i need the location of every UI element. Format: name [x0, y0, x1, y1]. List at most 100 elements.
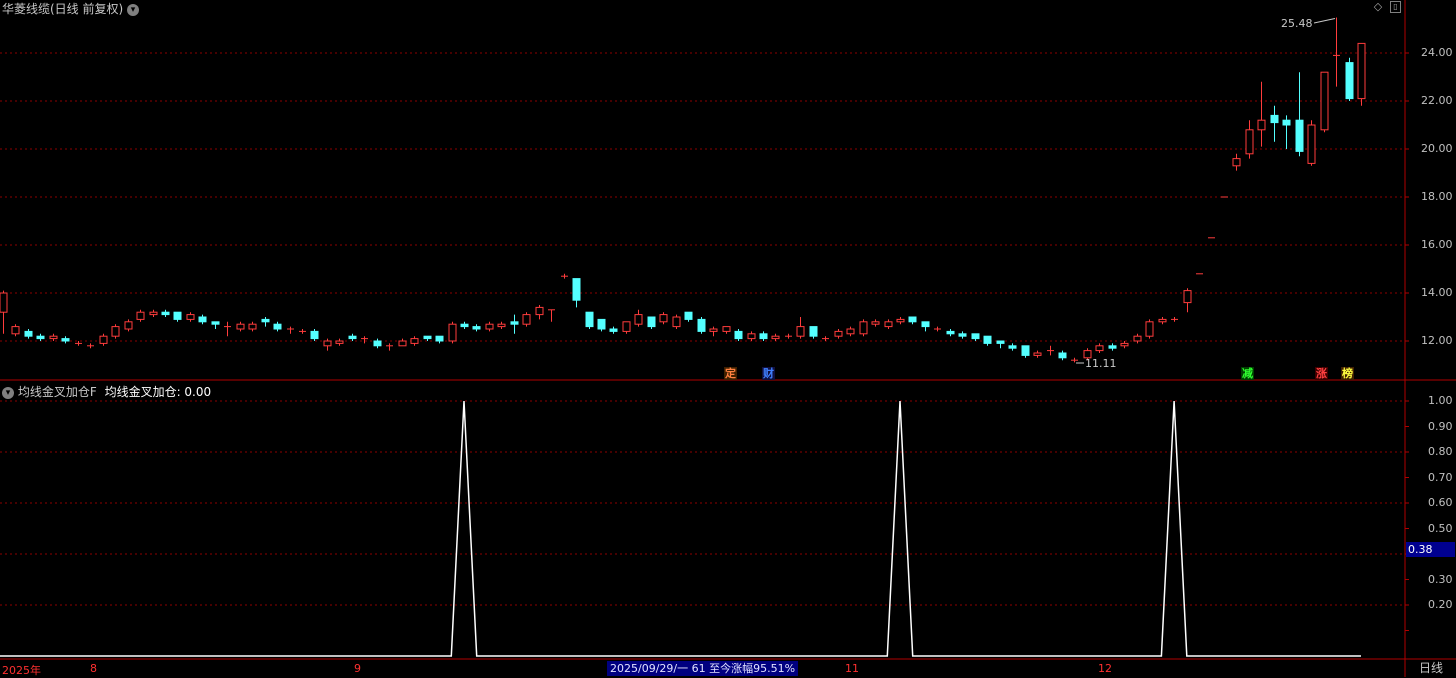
candle	[49, 333, 58, 341]
candle-body	[759, 333, 768, 340]
candle-body	[124, 321, 133, 330]
candle	[1270, 105, 1279, 142]
candle	[647, 316, 656, 329]
candle-body	[435, 335, 444, 342]
candle-body	[1058, 352, 1067, 359]
candle-body	[410, 338, 419, 344]
indicator-axis-label: 0.30	[1428, 572, 1453, 586]
candle	[423, 335, 432, 341]
candle	[1033, 350, 1042, 358]
candle	[871, 319, 880, 327]
low-price-label: 11.11	[1085, 357, 1117, 370]
candle-body	[684, 311, 693, 320]
candle-body	[1108, 345, 1117, 349]
candle	[859, 319, 868, 337]
candle-body	[871, 321, 880, 325]
chart-canvas[interactable]	[0, 0, 1456, 677]
date-axis-month-11: 11	[845, 662, 859, 675]
candle	[548, 309, 555, 322]
candle	[36, 333, 45, 341]
candle	[561, 273, 568, 279]
candle-body	[1008, 345, 1017, 349]
candle	[111, 324, 120, 339]
candle-body	[510, 321, 519, 325]
candle	[834, 329, 843, 339]
price-axis-label: 16.00	[1421, 238, 1453, 251]
candle-body	[36, 335, 45, 340]
candle	[1108, 343, 1117, 351]
candle-body	[323, 340, 332, 347]
indicator-axis-label: 0.90	[1428, 419, 1453, 433]
candle	[785, 333, 792, 339]
candle	[348, 333, 357, 341]
candle	[224, 321, 231, 337]
candle	[921, 321, 930, 332]
candle-body	[1295, 119, 1304, 152]
date-axis-month-12: 12	[1098, 662, 1112, 675]
candle	[946, 329, 955, 337]
candle-body	[908, 316, 917, 323]
candle	[1047, 345, 1054, 356]
candle-body	[111, 326, 120, 337]
candle	[771, 333, 780, 341]
chevron-down-icon[interactable]: ▾	[2, 386, 14, 399]
candle-body	[186, 314, 195, 320]
date-axis-month-9: 9	[354, 662, 361, 675]
candle-body	[149, 311, 158, 316]
candle	[198, 314, 207, 325]
candle-body	[1120, 342, 1129, 347]
candle-body	[497, 323, 506, 328]
candle	[1357, 42, 1366, 106]
candle	[261, 317, 270, 327]
candle	[323, 338, 332, 351]
candle	[983, 335, 992, 346]
candle	[958, 331, 967, 339]
candle	[971, 333, 980, 341]
event-tag-bang[interactable]: 榜	[1341, 367, 1354, 380]
candle-body	[796, 326, 805, 337]
candle-body	[136, 311, 145, 320]
candle-body	[597, 318, 606, 330]
candle	[1232, 153, 1241, 171]
candle	[1257, 81, 1266, 147]
price-axis-label: 18.00	[1421, 190, 1453, 203]
event-tag-zhang[interactable]: 涨	[1315, 367, 1328, 380]
period-tab-daily[interactable]: 日线	[1406, 660, 1456, 677]
event-tag-ding[interactable]: 定	[724, 367, 737, 380]
candle	[622, 321, 631, 334]
candle-body	[834, 330, 843, 337]
indicator-cursor-value: 0.38	[1406, 542, 1455, 557]
candle	[672, 314, 681, 329]
candle	[522, 312, 531, 327]
candle	[1120, 341, 1129, 349]
candle	[361, 336, 368, 344]
candle	[597, 318, 606, 332]
candle-body	[884, 321, 893, 328]
candle-body	[771, 335, 780, 340]
indicator-axis-label: 0.70	[1428, 470, 1453, 484]
candle-body	[310, 330, 319, 340]
event-tag-cai[interactable]: 财	[762, 367, 775, 380]
candle-body	[1232, 158, 1241, 167]
candle-body	[809, 326, 818, 337]
stock-title[interactable]: 华菱线缆(日线 前复权)	[2, 2, 123, 16]
chevron-down-icon[interactable]: ▾	[127, 3, 140, 16]
indicator-title[interactable]: 均线金叉加仓F	[18, 385, 97, 399]
indicator-series	[0, 400, 1361, 657]
candle-body	[460, 323, 469, 328]
candle-body	[659, 314, 668, 323]
candle	[747, 331, 756, 341]
price-axis-label: 22.00	[1421, 94, 1453, 107]
window-toggle-icon[interactable]: ▯	[1390, 1, 1401, 13]
indicator-axis-label: 0.60	[1428, 496, 1453, 509]
candle	[136, 309, 145, 322]
event-tag-jian[interactable]: 减	[1241, 367, 1254, 380]
candle-body	[1145, 321, 1154, 337]
candle	[822, 336, 829, 341]
diamond-icon[interactable]: ◇	[1372, 1, 1384, 13]
price-axis-label: 24.00	[1421, 46, 1453, 59]
candle-body	[248, 323, 257, 330]
high-price-arrow	[1313, 17, 1336, 24]
candle	[934, 326, 941, 332]
candle	[1333, 17, 1340, 87]
